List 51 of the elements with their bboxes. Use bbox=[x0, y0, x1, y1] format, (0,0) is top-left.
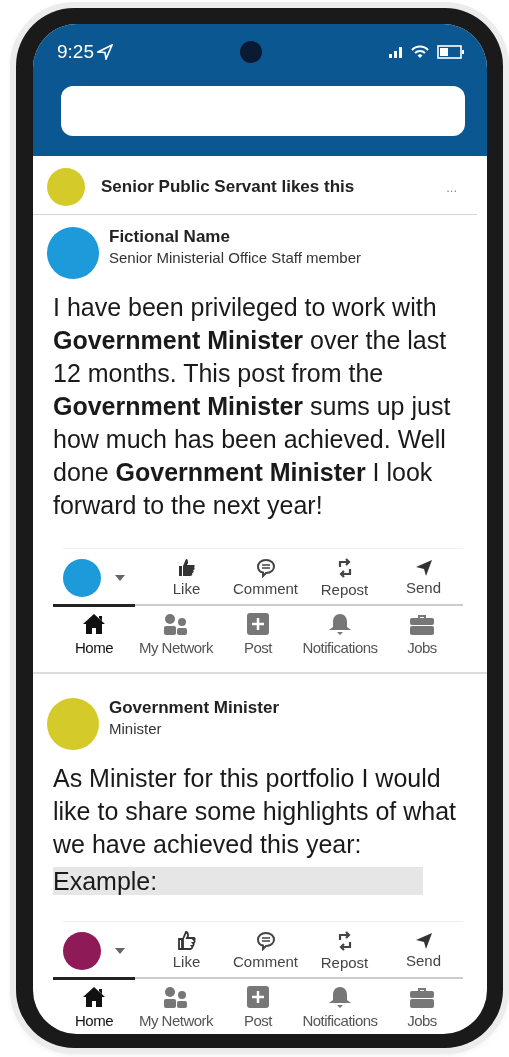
home-icon bbox=[82, 986, 106, 1008]
location-arrow-icon bbox=[97, 44, 113, 60]
nav-tab[interactable]: Jobs bbox=[381, 604, 463, 666]
send-icon bbox=[414, 932, 433, 950]
signal-icon bbox=[389, 46, 405, 58]
clock-time: 9:25 bbox=[57, 41, 94, 63]
reaction-avatar[interactable] bbox=[63, 931, 101, 970]
bell-icon bbox=[327, 613, 353, 635]
bell-icon bbox=[327, 986, 353, 1008]
comment-button[interactable]: Comment bbox=[226, 558, 305, 597]
post-text: I have been privileged to work with Government Minister over the last 12 months. This post from the Government Minister sums up just how much has been achieved. Well done Government Minister I look forward to the next year! bbox=[53, 292, 452, 521]
repost-button[interactable]: Repost bbox=[305, 557, 384, 598]
repost-button[interactable]: Repost bbox=[305, 930, 384, 971]
nav-tab[interactable]: Home bbox=[53, 604, 135, 666]
battery-icon bbox=[437, 45, 465, 59]
nav-tab[interactable]: Jobs bbox=[381, 977, 463, 1034]
nav-tab[interactable]: Post bbox=[217, 604, 299, 666]
like-button[interactable]: Like bbox=[147, 931, 226, 970]
post-text: As Minister for this portfolio I would like to share some highlights of what we have achieved this year: bbox=[53, 763, 457, 860]
camera-dot bbox=[240, 41, 262, 63]
author-role: Minister bbox=[109, 720, 163, 737]
wifi-icon bbox=[411, 45, 429, 59]
example-text: Example: bbox=[53, 867, 423, 895]
comment-button[interactable]: Comment bbox=[226, 931, 305, 970]
author-name[interactable]: Fictional Name bbox=[109, 227, 362, 247]
nav-tab[interactable]: My Network bbox=[135, 604, 217, 666]
comment-icon bbox=[255, 558, 276, 578]
home-icon bbox=[82, 613, 106, 635]
comment-icon bbox=[255, 931, 276, 951]
nav-tab[interactable]: My Network bbox=[135, 977, 217, 1034]
people-icon bbox=[162, 986, 190, 1008]
search-field[interactable] bbox=[61, 86, 465, 136]
nav-tab[interactable]: Post bbox=[217, 977, 299, 1034]
author-name[interactable]: Government Minister bbox=[109, 698, 280, 718]
plus-icon bbox=[247, 613, 269, 635]
like-button[interactable]: Like bbox=[147, 558, 226, 597]
nav-tab[interactable]: Notifications bbox=[299, 977, 381, 1034]
people-icon bbox=[162, 613, 190, 635]
author-role: Senior Ministerial Office Staff member bbox=[109, 249, 362, 266]
caret-icon[interactable] bbox=[115, 947, 125, 954]
briefcase-icon bbox=[409, 986, 435, 1008]
briefcase-icon bbox=[409, 613, 435, 635]
nav-tab[interactable]: Notifications bbox=[299, 604, 381, 666]
send-button[interactable]: Send bbox=[384, 559, 463, 596]
send-icon bbox=[414, 559, 433, 577]
nav-tab[interactable]: Home bbox=[53, 977, 135, 1034]
send-button[interactable]: Send bbox=[384, 932, 463, 969]
more-button[interactable]: ... bbox=[446, 179, 457, 195]
caret-icon[interactable] bbox=[115, 574, 125, 581]
activity-text: Senior Public Servant likes this bbox=[101, 177, 356, 197]
plus-icon bbox=[247, 986, 269, 1008]
